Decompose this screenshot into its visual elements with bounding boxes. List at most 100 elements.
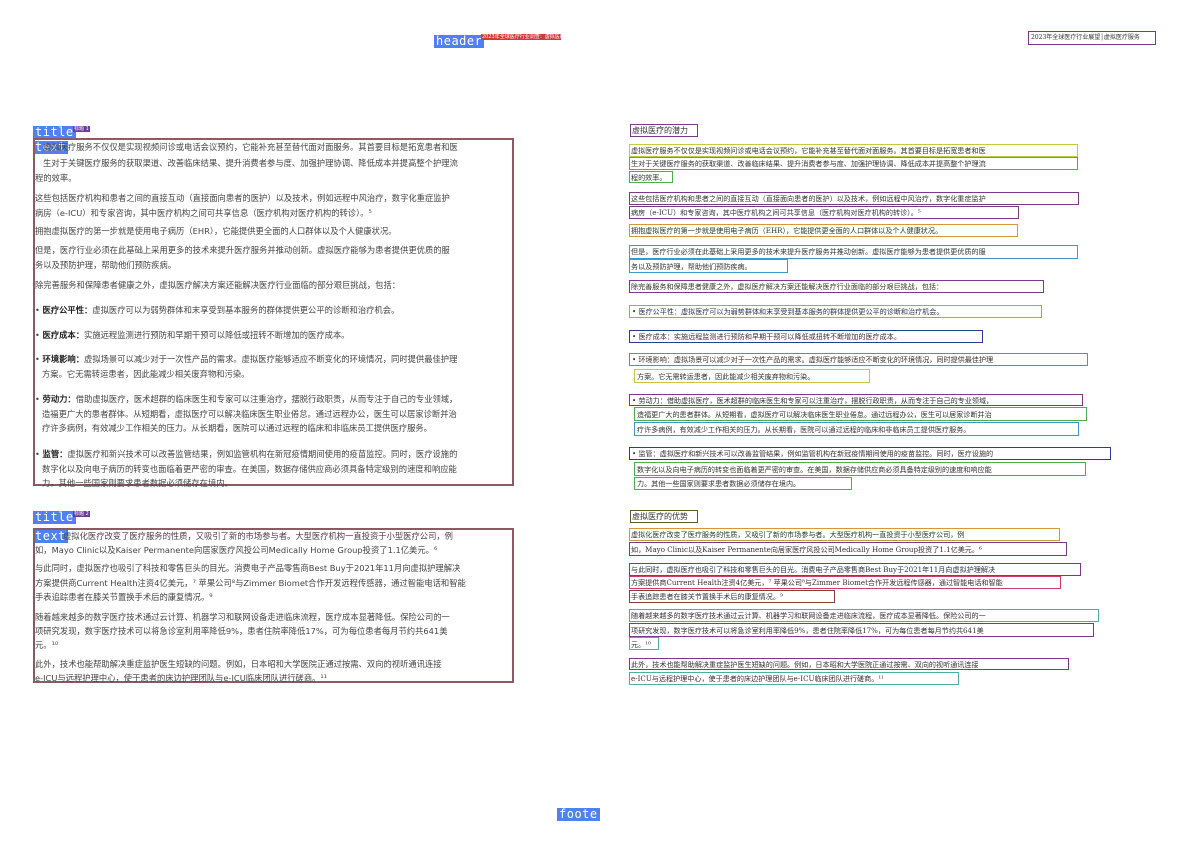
r-line-box: 造福更广大的患者群体。从短期看，虚拟医疗可以解决临床医生职业倦怠。通过远程办公，… bbox=[634, 407, 1087, 421]
bullet-text: 虚拟场景可以减少对于一次性产品的需求。虚拟医疗能够适应不断变化的环境情况，同时提… bbox=[84, 354, 458, 364]
s1-line: 方案。它无需转运患者，因此能减少相关废弃物和污染。 bbox=[42, 369, 250, 379]
r-line-box: • 医疗成本：实施远程监测进行预防和早期干预可以降低或扭转不断增加的医疗成本。 bbox=[629, 330, 983, 343]
r-title-text: 虚拟医疗的优势 bbox=[632, 512, 688, 521]
r-line: 方案提供商Current Health注资4亿美元，⁷ 苹果公司⁸与Zimmer… bbox=[631, 578, 1003, 587]
r-line-box: 方案。它无需转运患者，因此能减少相关废弃物和污染。 bbox=[634, 369, 870, 383]
s1-line: 病房（e-ICU）和专家咨询，其中医疗机构之间可共享信息（医疗机构对医疗机构的转… bbox=[35, 208, 372, 218]
s2-line: 方案提供商Current Health注资4亿美元，⁷ 苹果公司⁸与Zimmer… bbox=[35, 578, 466, 588]
r-line-box: • 环境影响：虚拟场景可以减少对于一次性产品的需求。虚拟医疗能够适应不断变化的环… bbox=[629, 353, 1088, 366]
r-line: 这些包括医疗机构和患者之间的直接互动（直接面向患者的医护）以及技术，例如远程中风… bbox=[631, 194, 986, 203]
r-title-2: 虚拟医疗的优势 bbox=[630, 510, 698, 523]
r-line-box: 项研究发现，数字医疗技术可以将急诊室利用率降低9%，患者住院率降低17%，可为每… bbox=[629, 623, 1094, 637]
r-bullet-text: 虚拟医疗和新兴技术可以改善监管结果，例如监管机构在新冠疫情期间使用的疫苗监控。同… bbox=[659, 449, 994, 458]
r-line-box: • 医疗公平性：虚拟医疗可以为弱势群体和末享受到基本服务的群体提供更公平的诊断和… bbox=[629, 305, 1042, 318]
s1-bullet-4: • 劳动力：借助虚拟医疗，医术超群的临床医生和专家可以注重治疗，摆脱行政职责，从… bbox=[35, 394, 458, 404]
s1-bullet-2: • 医疗成本：实施远程监测进行预防和早期干预可以降低或扭转不断增加的医疗成本。 bbox=[35, 330, 350, 340]
r-line-box: e-ICU与远程护理中心，使于患者的床边护理团队与e-ICU临床团队进行磋商。¹… bbox=[629, 672, 959, 685]
s1-line: 除完善服务和保障患者健康之外，虚拟医疗解决方案还能解决医疗行业面临的部分艰巨挑战… bbox=[35, 280, 401, 290]
r-line: 与此同时，虚拟医疗也吸引了科技和零售巨头的目光。消费电子产品零售商Best Bu… bbox=[631, 565, 996, 574]
bullet-text: 虚拟医疗可以为弱势群体和末享受到基本服务的群体提供更公平的诊断和治疗机会。 bbox=[92, 305, 400, 315]
r-line-box: 与此同时，虚拟医疗也吸引了科技和零售巨头的目光。消费电子产品零售商Best Bu… bbox=[629, 563, 1081, 576]
r-bullet-text: 实施远程监测进行预防和早期干预可以降低或扭转不断增加的医疗成本。 bbox=[673, 332, 901, 341]
r-title-text: 虚拟医疗的潜力 bbox=[632, 126, 688, 135]
s1-line: 但是，医疗行业必须在此基础上采用更多的技术来提升医疗服务并推动创新。虚拟医疗能够… bbox=[35, 245, 450, 255]
r-line: 生对于关键医疗服务的获取渠道、改善临床结果、提升消费者参与度、加强护理协调、降低… bbox=[631, 159, 986, 168]
s1-line: 生对于关键医疗服务的获取渠道、改善临床结果、提升消费者参与度、加强护理协调、降低… bbox=[43, 158, 458, 168]
r-line-box: 疗许多病例，有效减少工作相关的压力。从长期看，医院可以通过远程的临床和非临床员工… bbox=[634, 422, 1079, 436]
s1-line: 疗许多病例，有效减少工作相关的压力。从长期看，医院可以通过远程的临床和非临床员工… bbox=[42, 423, 432, 433]
r-title-1: 虚拟医疗的潜力 bbox=[630, 124, 698, 137]
section1-text-block: 虚拟医疗服务不仅仅是实现视频问诊或电话会议预约，它能补充甚至替代面对面服务。其首… bbox=[33, 138, 514, 488]
s2-line: 与此同时，虚拟医疗也吸引了科技和零售巨头的目光。消费电子产品零售商Best Bu… bbox=[35, 563, 461, 573]
r-line-box: 生对于关键医疗服务的获取渠道、改善临床结果、提升消费者参与度、加强护理协调、降低… bbox=[629, 157, 1078, 170]
footer-tag: foote bbox=[557, 807, 600, 821]
r-bullet-5: • 监管：虚拟医疗和新兴技术可以改善监管结果，例如监管机构在新冠疫情期间使用的疫… bbox=[632, 449, 994, 458]
r-line-box: 但是，医疗行业必须在此基础上采用更多的技术来提升医疗服务并推动创新。虚拟医疗能够… bbox=[629, 245, 1078, 259]
r-line-box: 除完善服务和保障患者健康之外，虚拟医疗解决方案还能解决医疗行业面临的部分艰巨挑战… bbox=[629, 280, 1044, 293]
r-line: 力。其他一些国家则要求患者数据必须储存在境内。 bbox=[637, 479, 801, 488]
r-bullet-text: 虚拟医疗可以为弱势群体和末享受到基本服务的群体提供更公平的诊断和治疗机会。 bbox=[681, 307, 944, 316]
s2-line: 项研究发现，数字医疗技术可以将急诊室利用率降低9%，患者住院率降低17%，可为每… bbox=[35, 626, 448, 636]
r-line-box: 数字化以及向电子病历的转变也面临着更严密的审查。在美国，数据存储供应商必须具备特… bbox=[634, 462, 1086, 476]
bullet-text: 虚拟医疗和新兴技术可以改善监管结果，例如监管机构在新冠疫情期间使用的疫苗监控。同… bbox=[67, 449, 458, 459]
r-bullet-label: 劳动力： bbox=[638, 396, 667, 405]
r-line: 此外，技术也能帮助解决重症监护医生短缺的问题。例如，日本昭和大学医院正通过按需、… bbox=[631, 660, 979, 669]
r-bullet-label: 监管： bbox=[638, 449, 660, 458]
s2-line: 元。¹⁰ bbox=[35, 640, 59, 650]
s2-line: 手表追踪患者在膝关节置换手术后的康复情况。⁹ bbox=[35, 592, 213, 602]
bullet-label: 劳动力： bbox=[42, 394, 76, 404]
r-bullet-label: 医疗公平性： bbox=[638, 307, 682, 316]
r-line: 病房（e-ICU）和专家咨询，其中医疗机构之间可共享信息（医疗机构对医疗机构的转… bbox=[631, 208, 921, 217]
r-line-box: 病房（e-ICU）和专家咨询，其中医疗机构之间可共享信息（医疗机构对医疗机构的转… bbox=[629, 206, 1019, 219]
r-line: 拥抱虚拟医疗的第一步就是使用电子病历（EHR），它能提供更全面的人口群体以及个人… bbox=[631, 226, 943, 235]
r-line-box: 此外，技术也能帮助解决重症监护医生短缺的问题。例如，日本昭和大学医院正通过按需、… bbox=[629, 658, 1069, 670]
s1-bullet-1: • 医疗公平性：虚拟医疗可以为弱势群体和末享受到基本服务的群体提供更公平的诊断和… bbox=[35, 305, 400, 315]
header-badge: 2023年全球医疗行业调查：虚拟医疗服务 bbox=[481, 34, 561, 40]
bullet-text: 借助虚拟医疗，医术超群的临床医生和专家可以注重治疗，摆脱行政职责，从而专注于自己… bbox=[75, 394, 458, 404]
r-line: 造福更广大的患者群体。从短期看，虚拟医疗可以解决临床医生职业倦怠。通过远程办公，… bbox=[637, 410, 992, 419]
r-line: 手表追踪患者在膝关节置换手术后的康复情况。⁹ bbox=[631, 592, 783, 601]
header-right-box: 2023年全球医疗行业展望│虚拟医疗服务 bbox=[1028, 31, 1156, 45]
s1-line: 数字化以及向电子病历的转变也面临着更严密的审查。在美国，数据存储供应商必须具备特… bbox=[42, 464, 457, 474]
r-line-box: 如，Mayo Clinic以及Kaiser Permanente向居家医疗风投公… bbox=[629, 542, 1067, 556]
r-line: 数字化以及向电子病历的转变也面临着更严密的审查。在美国，数据存储供应商必须具备特… bbox=[637, 465, 992, 474]
r-line: 随着越来越多的数字医疗技术通过云计算、机器学习和联网设备走进临床流程，医疗成本显… bbox=[631, 611, 986, 620]
r-bullet-text: 虚拟场景可以减少对于一次性产品的需求。虚拟医疗能够适应不断变化的环境情况，同时提… bbox=[673, 355, 994, 364]
s1-line: 程的效率。 bbox=[35, 173, 77, 183]
s2-line: 此外，技术也能帮助解决重症监护医生短缺的问题。例如，日本昭和大学医院正通过按需、… bbox=[35, 659, 442, 669]
s2-line: 随着越来越多的数字医疗技术通过云计算、机器学习和联网设备走进临床流程，医疗成本显… bbox=[35, 612, 450, 622]
bullet-label: 环境影响： bbox=[42, 354, 85, 364]
r-line: e-ICU与远程护理中心，使于患者的床边护理团队与e-ICU临床团队进行磋商。¹… bbox=[631, 674, 885, 683]
title-mini-2: 标题 2 bbox=[73, 511, 90, 517]
s1-line: 造福更广大的患者群体。从短期看，虚拟医疗可以解决临床医生职业倦怠。通过远程办公，… bbox=[42, 409, 457, 419]
bullet-label: 医疗成本： bbox=[42, 330, 85, 340]
r-bullet-2: • 医疗成本：实施远程监测进行预防和早期干预可以降低或扭转不断增加的医疗成本。 bbox=[632, 332, 901, 341]
r-line-box: 虚拟化医疗改变了医疗服务的性质，又吸引了新的市场参与者。大型医疗机构一直投资于小… bbox=[629, 528, 1060, 541]
s2-line: 虚拟化医疗改变了医疗服务的性质，又吸引了新的市场参与者。大型医疗机构一直投资于小… bbox=[63, 531, 453, 541]
r-line-box: 务以及预防护理，帮助他们预防疾病。 bbox=[629, 259, 788, 273]
r-bullet-4: • 劳动力：借助虚拟医疗，医术超群的临床医生和专家可以注重治疗，摆脱行政职责，从… bbox=[632, 396, 994, 405]
r-line-box: 手表追踪患者在膝关节置换手术后的康复情况。⁹ bbox=[629, 590, 835, 603]
r-bullet-label: 环境影响： bbox=[638, 355, 674, 364]
header-tag: header bbox=[434, 34, 485, 48]
r-line: 方案。它无需转运患者，因此能减少相关废弃物和污染。 bbox=[637, 372, 815, 381]
r-line: 程的效率。 bbox=[631, 173, 667, 182]
r-bullet-3: • 环境影响：虚拟场景可以减少对于一次性产品的需求。虚拟医疗能够适应不断变化的环… bbox=[632, 355, 994, 364]
s1-line: 虚拟医疗服务不仅仅是实现视频问诊或电话会议预约，它能补充甚至替代面对面服务。其首… bbox=[43, 142, 458, 152]
r-line-box: 虚拟医疗服务不仅仅是实现视频问诊或电话会议预约，它能补充甚至替代面对面服务。其首… bbox=[629, 144, 1078, 157]
r-line-box: 方案提供商Current Health注资4亿美元，⁷ 苹果公司⁸与Zimmer… bbox=[629, 576, 1061, 589]
s1-line: 力。其他一些国家则要求患者数据必须储存在境内。 bbox=[42, 478, 233, 488]
r-bullet-text: 借助虚拟医疗，医术超群的临床医生和专家可以注重治疗，摆脱行政职责，从而专注于自己… bbox=[666, 396, 994, 405]
r-line: 项研究发现，数字医疗技术可以将急诊室利用率降低9%，患者住院率降低17%，可为每… bbox=[631, 626, 984, 635]
s1-bullet-5: • 监管：虚拟医疗和新兴技术可以改善监管结果，例如监管机构在新冠疫情期间使用的疫… bbox=[35, 449, 458, 459]
s2-line: e-ICU与远程护理中心，使于患者的床边护理团队与e-ICU临床团队进行磋商。¹… bbox=[35, 673, 328, 683]
s1-line: 务以及预防护理，帮助他们预防疾病。 bbox=[35, 260, 177, 270]
s1-line: 拥抱虚拟医疗的第一步就是使用电子病历（EHR），它能提供更全面的人口群体以及个人… bbox=[35, 226, 397, 236]
r-bullet-1: • 医疗公平性：虚拟医疗可以为弱势群体和末享受到基本服务的群体提供更公平的诊断和… bbox=[632, 307, 944, 316]
r-line: 除完善服务和保障患者健康之外，虚拟医疗解决方案还能解决医疗行业面临的部分艰巨挑战… bbox=[631, 282, 944, 291]
s1-bullet-3: • 环境影响：虚拟场景可以减少对于一次性产品的需求。虚拟医疗能够适应不断变化的环… bbox=[35, 354, 458, 364]
r-bullet-label: 医疗成本： bbox=[638, 332, 674, 341]
title-tag-2: title bbox=[33, 510, 76, 524]
section2-text-block: 虚拟化医疗改变了医疗服务的性质，又吸引了新的市场参与者。大型医疗机构一直投资于小… bbox=[33, 528, 514, 683]
r-line-box: 这些包括医疗机构和患者之间的直接互动（直接面向患者的医护）以及技术，例如远程中风… bbox=[629, 192, 1079, 205]
